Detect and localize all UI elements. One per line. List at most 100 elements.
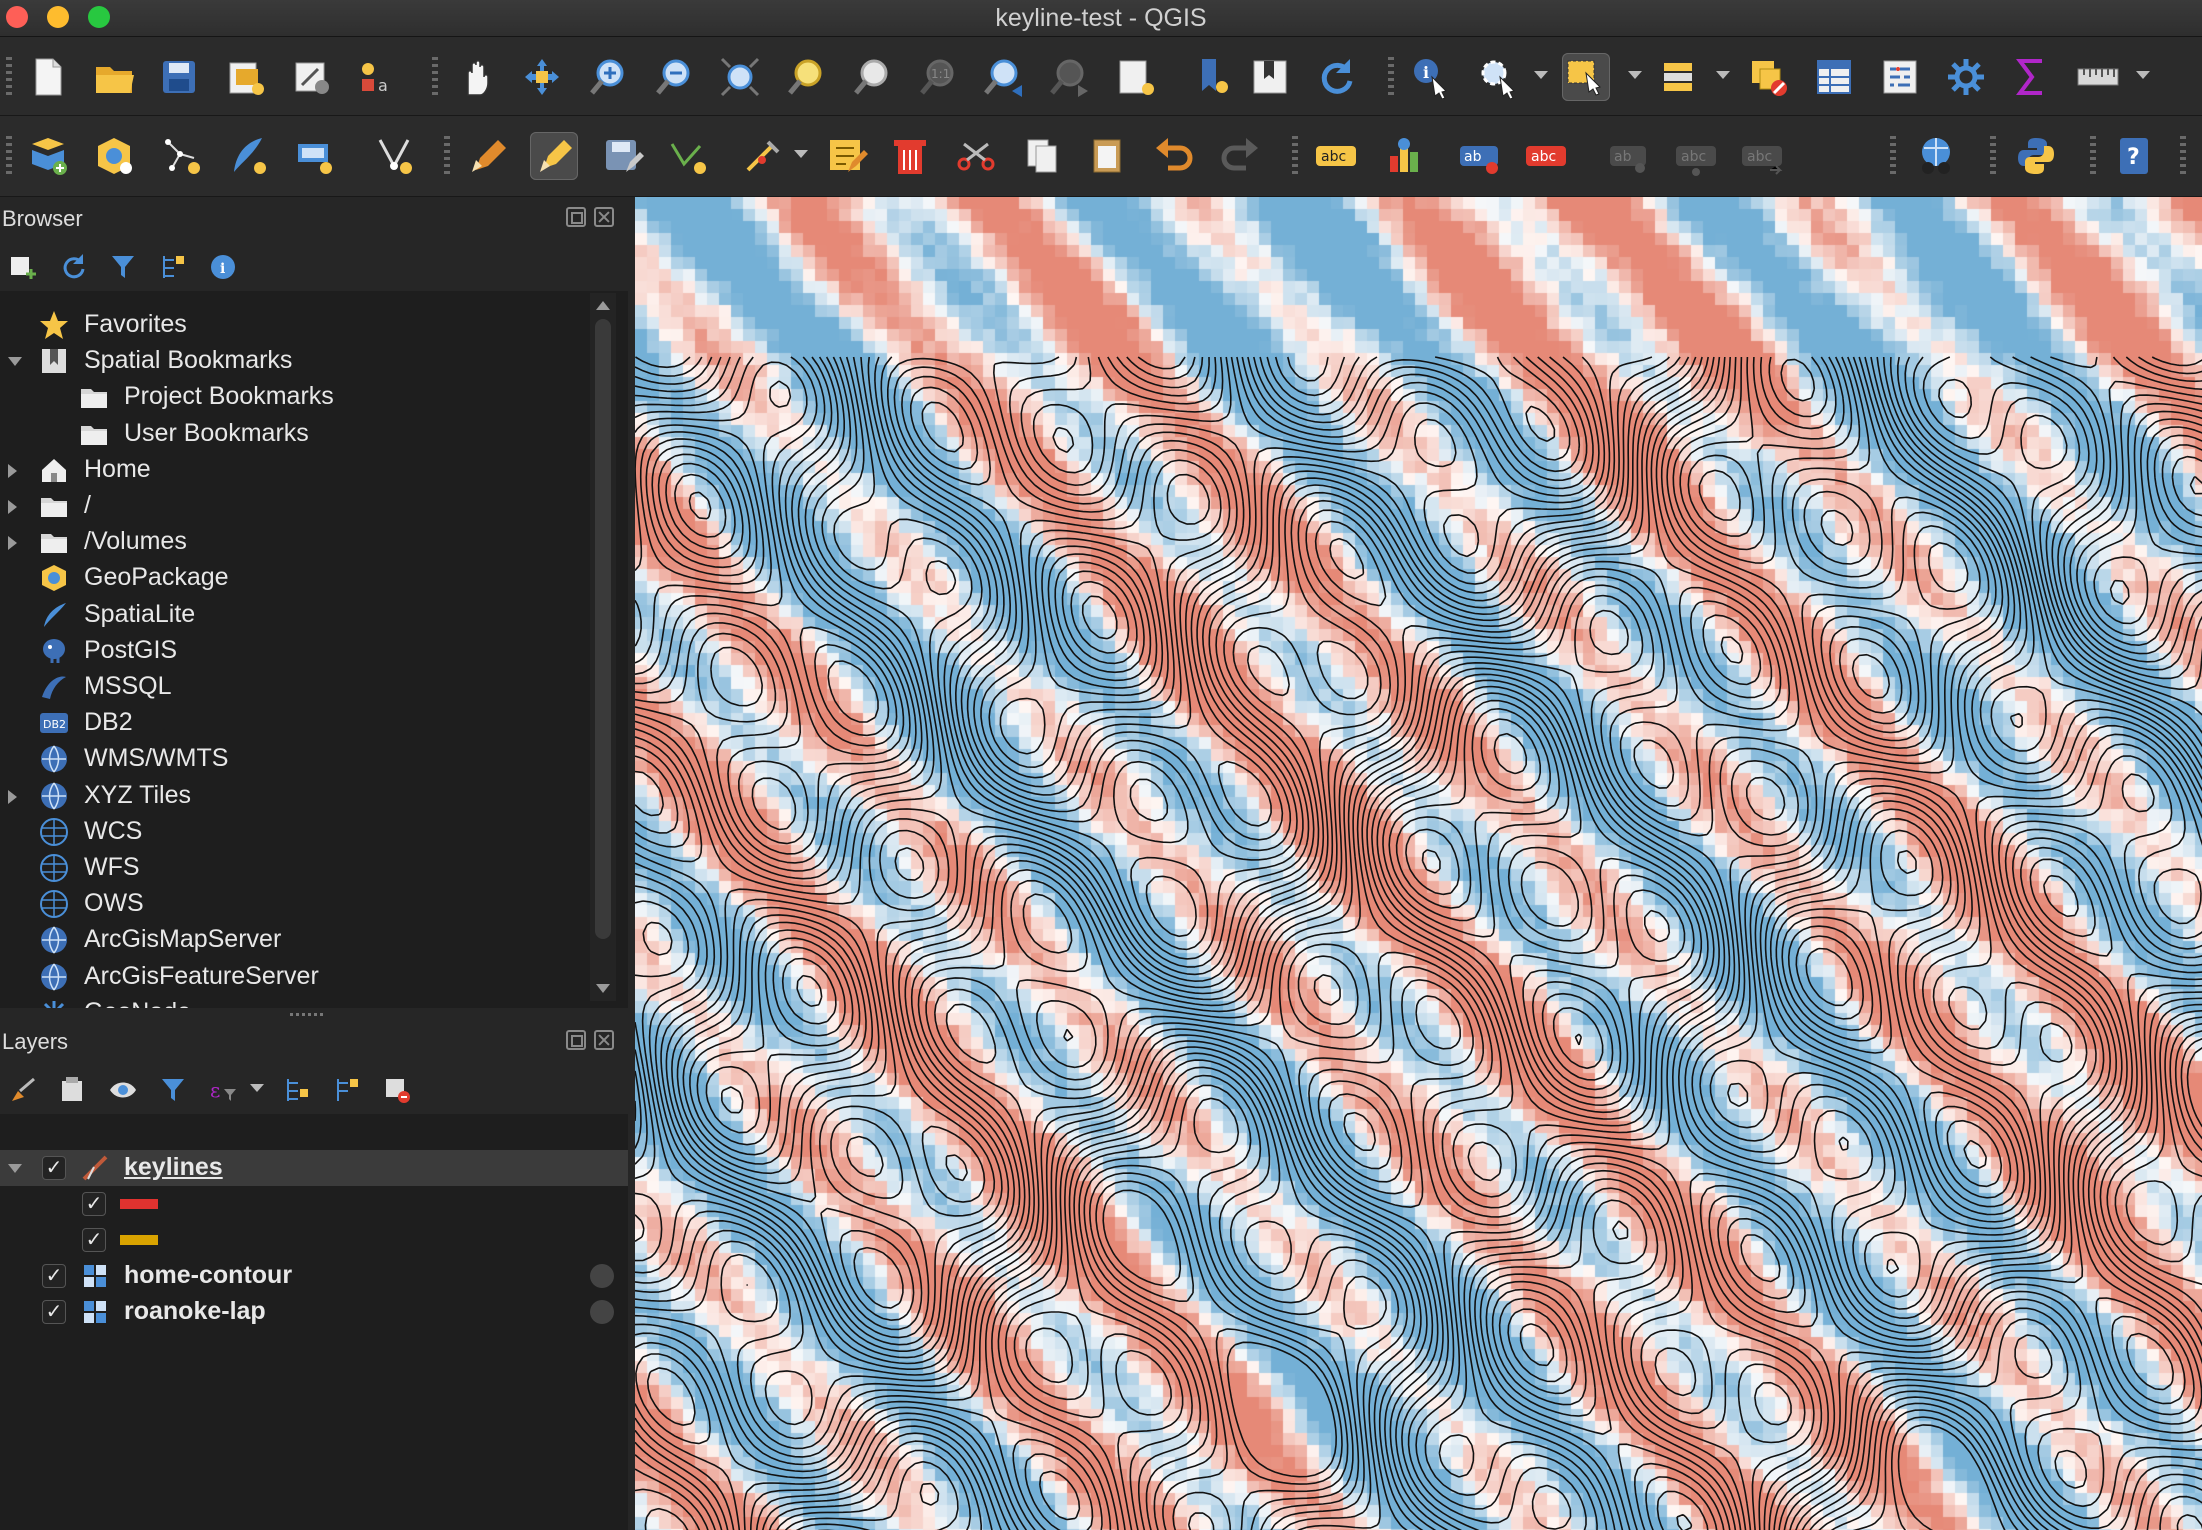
manage-visibility-button[interactable] [106,1073,140,1107]
toggle-editing-button[interactable] [530,132,578,180]
deselect-all-button[interactable] [1744,53,1792,101]
measure-line-button[interactable] [2074,53,2122,101]
browser-scrollbar[interactable] [590,293,616,1001]
plugin-globe-button[interactable] [1912,132,1960,180]
layer-visibility-checkbox[interactable]: ✓ [42,1156,66,1180]
rotate-label-button[interactable]: abc [1672,132,1720,180]
layer-visibility-checkbox[interactable]: ✓ [82,1192,106,1216]
add-layer-button[interactable] [6,250,40,284]
browser-item[interactable]: ArcGisMapServer [0,922,590,958]
panel-splitter[interactable] [0,1008,628,1020]
pan-map-button[interactable] [452,53,500,101]
run-action-button[interactable] [1474,53,1522,101]
collapse-all-button[interactable] [156,250,190,284]
select-by-value-button[interactable] [1656,53,1704,101]
collapse-all-layers-button[interactable] [330,1073,364,1107]
select-value-dropdown-arrow[interactable] [1716,71,1730,79]
attribute-table-button[interactable] [1810,53,1858,101]
new-project-button[interactable] [24,53,72,101]
data-source-manager-button[interactable] [24,132,72,180]
browser-item[interactable]: MSSQL [0,669,590,705]
zoom-to-selection-button[interactable] [782,53,830,101]
browser-item[interactable]: WCS [0,814,590,850]
browser-item[interactable]: Spatial Bookmarks [0,343,590,379]
browser-item[interactable]: Home [0,452,590,488]
browser-item[interactable]: User Bookmarks [0,416,590,452]
zoom-to-layer-button[interactable] [848,53,896,101]
layer-item[interactable]: ✓ home-contour [0,1258,628,1294]
delete-selected-button[interactable] [886,132,934,180]
layer-styling-button[interactable] [6,1073,40,1107]
diagram-properties-button[interactable] [1380,132,1428,180]
collapsed-arrow-icon[interactable] [8,536,17,551]
highlight-pinned-labels-button[interactable]: ab [1456,132,1504,180]
select-features-button[interactable] [1562,53,1610,101]
dock-splitter[interactable] [628,197,635,1530]
browser-item[interactable]: WMS/WMTS [0,741,590,777]
layer-item[interactable]: ✓ keylines [0,1150,628,1186]
zoom-in-button[interactable] [584,53,632,101]
add-group-button[interactable] [56,1073,90,1107]
save-project-button[interactable] [155,53,203,101]
layer-visibility-checkbox[interactable]: ✓ [42,1300,66,1324]
select-dropdown-arrow[interactable] [1628,71,1642,79]
map-canvas[interactable] [635,197,2202,1530]
legend-item[interactable]: ✓ [0,1222,628,1258]
layer-visibility-checkbox[interactable]: ✓ [42,1264,66,1288]
vertex-tool-dropdown-arrow[interactable] [794,150,808,158]
options-button[interactable] [1942,53,1990,101]
browser-item[interactable]: /Volumes [0,524,590,560]
new-print-layout-button[interactable] [222,53,270,101]
cut-features-button[interactable] [952,132,1000,180]
float-panel-icon[interactable] [566,1030,586,1050]
layer-item[interactable]: ✓ roanoke-lap [0,1294,628,1330]
toolbar-grip[interactable] [2180,136,2186,176]
toolbar-grip[interactable] [444,136,450,176]
filter-dropdown-arrow[interactable] [250,1084,264,1092]
browser-item[interactable]: Project Bookmarks [0,379,590,415]
browser-item[interactable]: PostGIS [0,633,590,669]
open-project-button[interactable] [90,53,138,101]
zoom-out-button[interactable] [650,53,698,101]
help-button[interactable]: ? [2110,132,2158,180]
toolbar-grip[interactable] [1388,57,1394,97]
expanded-arrow-icon[interactable] [8,1164,22,1173]
zoom-last-button[interactable] [980,53,1028,101]
show-unplaced-labels-button[interactable]: abc [1522,132,1570,180]
toolbar-grip[interactable] [432,57,438,97]
properties-button[interactable]: i [206,250,240,284]
float-panel-icon[interactable] [566,207,586,227]
browser-item[interactable]: DB2 DB2 [0,705,590,741]
measure-dropdown-arrow[interactable] [2136,71,2150,79]
browser-item[interactable]: SpatiaLite [0,597,590,633]
toolbar-grip[interactable] [1990,136,1996,176]
new-shapefile-layer-button[interactable] [158,132,206,180]
identify-features-button[interactable]: i [1408,53,1456,101]
layout-manager-button[interactable] [288,53,336,101]
close-panel-icon[interactable] [594,207,614,227]
zoom-full-button[interactable] [716,53,764,101]
new-virtual-layer-button[interactable] [290,132,338,180]
action-dropdown-arrow[interactable] [1534,71,1548,79]
refresh-button[interactable] [1312,53,1360,101]
toolbar-grip[interactable] [6,136,12,176]
copy-features-button[interactable] [1018,132,1066,180]
collapsed-arrow-icon[interactable] [8,500,17,514]
filter-by-expression-button[interactable]: ε [206,1073,240,1107]
new-spatialite-layer-button[interactable] [224,132,272,180]
filter-browser-button[interactable] [106,250,140,284]
current-edits-button[interactable] [464,132,512,180]
close-panel-icon[interactable] [594,1030,614,1050]
browser-item[interactable]: WFS [0,850,590,886]
refresh-browser-button[interactable] [56,250,90,284]
redo-button[interactable] [1216,132,1264,180]
undo-button[interactable] [1150,132,1198,180]
layer-indicator-icon[interactable] [590,1300,614,1324]
modify-attributes-button[interactable] [822,132,870,180]
pin-unpin-labels-button[interactable]: ab [1606,132,1654,180]
scroll-up-arrow[interactable] [596,301,610,310]
collapsed-arrow-icon[interactable] [8,463,17,478]
zoom-next-button[interactable] [1046,53,1094,101]
layer-visibility-checkbox[interactable]: ✓ [82,1228,106,1252]
new-bookmark-button[interactable] [1188,53,1236,101]
